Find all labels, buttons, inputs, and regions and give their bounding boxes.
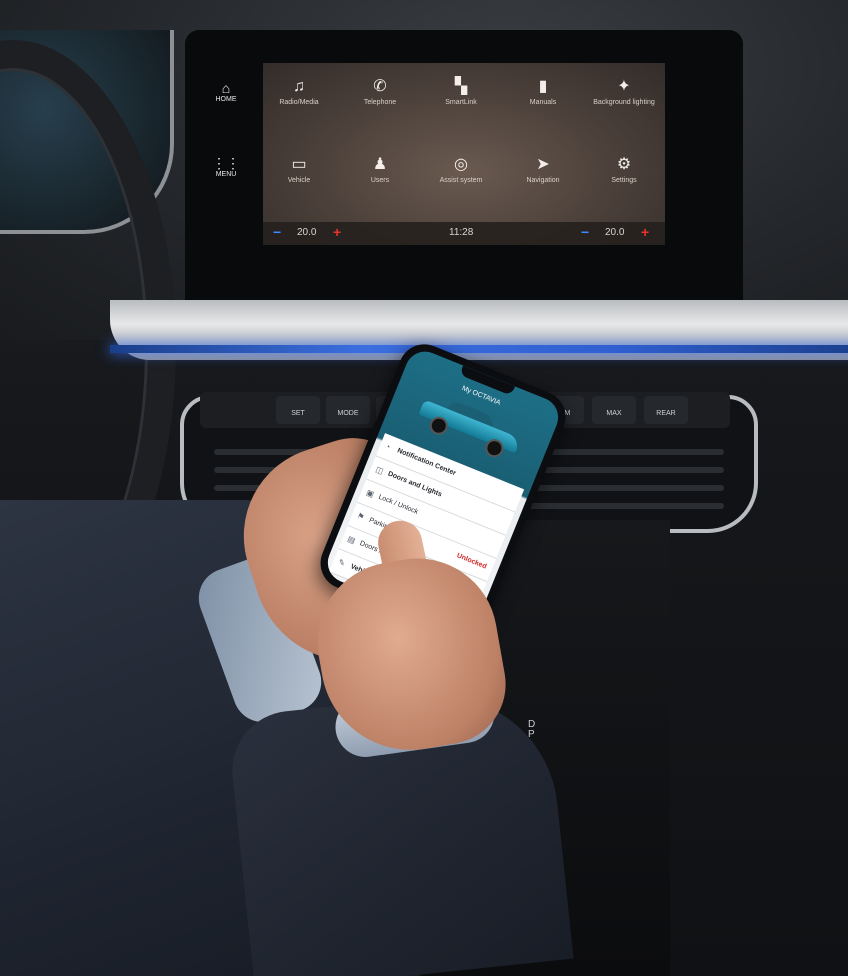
home-button[interactable]: ⌂ HOME (206, 80, 246, 103)
tile-label: Settings (611, 177, 637, 184)
user-icon: ♟ (372, 156, 388, 173)
infotainment-screen: ♫ Radio/Media ✆ Telephone ▚ SmartLink ▮ … (263, 63, 665, 245)
smartlink-icon: ▚ (454, 78, 468, 95)
left-temp-down-button[interactable]: − (273, 224, 281, 240)
tile-vehicle[interactable]: ▭ Vehicle (259, 155, 339, 184)
vehicle-icon: ▭ (291, 156, 307, 173)
tile-label: Users (370, 177, 390, 184)
tile-label: Navigation (526, 177, 560, 184)
navigation-arrow-icon: ➤ (536, 156, 550, 173)
window-icon: ▤ (346, 534, 357, 546)
manual-book-icon: ▮ (538, 78, 548, 95)
tile-label: Assist system (439, 177, 483, 184)
ambient-light-strip (110, 345, 848, 353)
phone-icon: ✆ (373, 78, 387, 95)
settings-gear-icon: ⚙ (616, 156, 632, 173)
climate-mode-button[interactable]: MODE (326, 396, 370, 424)
menu-button[interactable]: ⋮⋮ MENU (206, 155, 246, 178)
home-icon: ⌂ (221, 80, 231, 96)
right-temp-up-button[interactable]: + (641, 224, 649, 240)
gear-selector-label: D P (528, 719, 536, 740)
left-temp-up-button[interactable]: + (333, 224, 341, 240)
status-icon: ✎ (336, 557, 347, 569)
right-temp-value: 20.0 (605, 227, 625, 238)
tile-navigation[interactable]: ➤ Navigation (503, 155, 583, 184)
climate-set-button[interactable]: SET (276, 396, 320, 424)
tile-label: Vehicle (287, 177, 311, 184)
music-note-icon: ♫ (293, 78, 305, 95)
status-value: Unlocked (455, 552, 488, 571)
tile-label: Manuals (529, 99, 557, 106)
car-interior-scene: ⌂ HOME ⋮⋮ MENU ♫ Radio/Media ✆ Telephone… (0, 0, 848, 976)
tile-telephone[interactable]: ✆ Telephone (340, 77, 420, 106)
tile-label: Radio/Media (279, 99, 319, 106)
car-image (416, 388, 525, 460)
assist-icon: ◎ (454, 156, 468, 173)
menu-button-label: MENU (215, 171, 237, 178)
tile-radio-media[interactable]: ♫ Radio/Media (259, 77, 339, 106)
tile-background-lighting[interactable]: ✦ Background lighting (584, 77, 664, 106)
menu-grid-icon: ⋮⋮ (212, 155, 240, 171)
tile-settings[interactable]: ⚙ Settings (584, 155, 664, 184)
tile-label: SmartLink (445, 99, 477, 106)
tile-assist-system[interactable]: ◎ Assist system (421, 155, 501, 184)
tile-label: Telephone (363, 99, 397, 106)
lock-icon: ▣ (364, 487, 376, 500)
tile-label: Background lighting (593, 99, 655, 106)
parking-light-icon: ⚑ (355, 511, 366, 523)
tile-manuals[interactable]: ▮ Manuals (503, 77, 583, 106)
lighting-icon: ✦ (617, 78, 631, 95)
left-temp-value: 20.0 (297, 227, 317, 238)
car-door-icon: ◫ (374, 464, 385, 476)
home-button-label: HOME (215, 96, 237, 103)
bell-icon: ◔ (383, 441, 392, 452)
climate-rear-button[interactable]: REAR (644, 396, 688, 424)
tile-smartlink[interactable]: ▚ SmartLink (421, 77, 501, 106)
climate-status-bar: − 20.0 + 11:28 − 20.0 + (263, 222, 665, 245)
clock: 11:28 (449, 227, 474, 238)
right-temp-down-button[interactable]: − (581, 224, 589, 240)
climate-max-button[interactable]: MAX (592, 396, 636, 424)
tile-users[interactable]: ♟ Users (340, 155, 420, 184)
